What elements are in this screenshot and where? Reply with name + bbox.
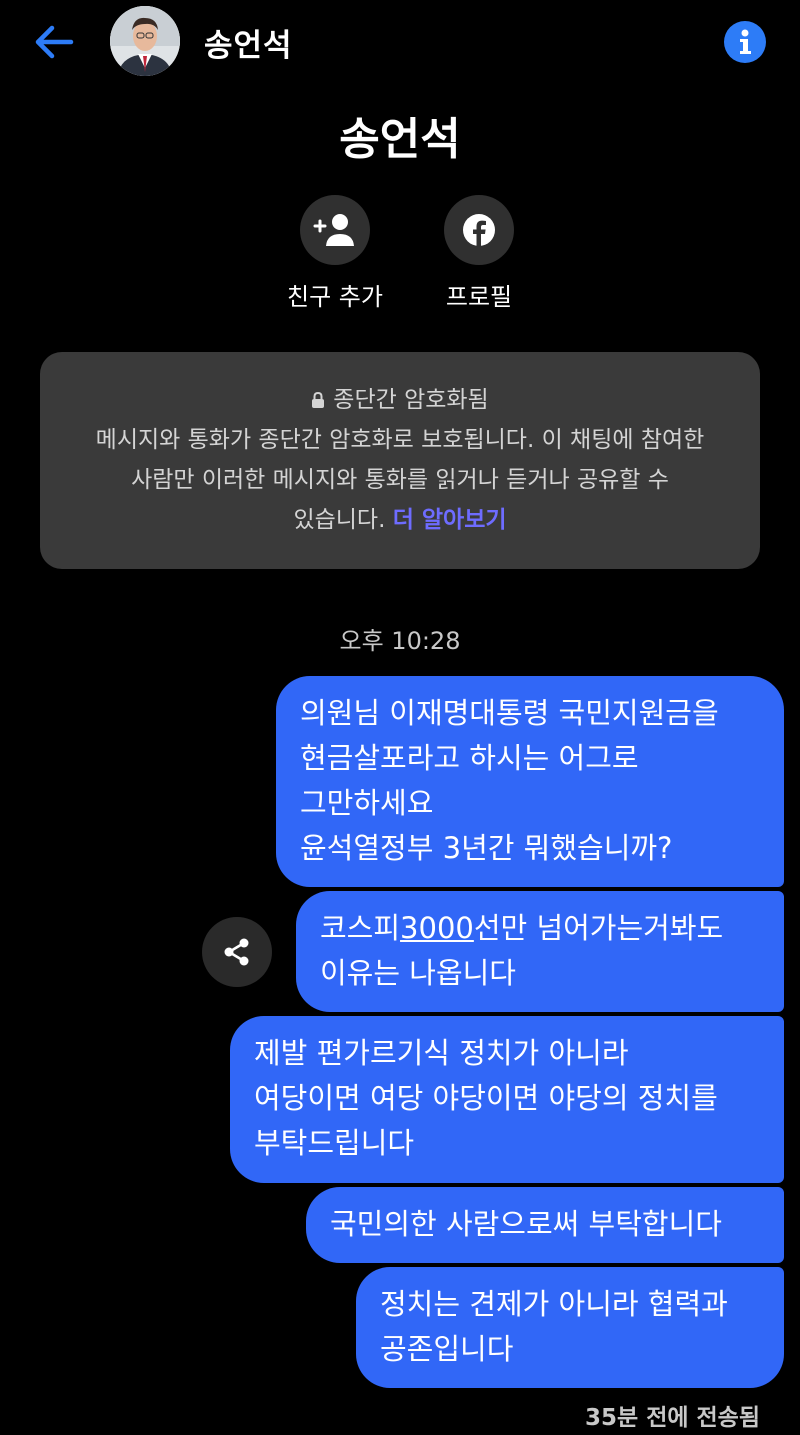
add-friend-label: 친구 추가 (287, 283, 383, 311)
profile-button[interactable] (444, 195, 514, 265)
profile-action[interactable]: 프로필 (409, 195, 549, 312)
info-icon (740, 29, 751, 54)
lock-icon (312, 391, 325, 408)
encryption-body-line: 사람만 이러한 메시지와 통화를 읽거나 듣거나 공유할 수 (131, 467, 669, 493)
message-bubble[interactable]: 국민의한 사람으로써 부탁합니다 (306, 1187, 784, 1263)
encryption-title: 종단간 암호화됨 (333, 387, 489, 413)
share-button[interactable] (202, 917, 272, 987)
header-contact-name[interactable]: 송언석 (204, 20, 293, 65)
back-arrow-icon (35, 25, 74, 59)
add-friend-action[interactable]: 친구 추가 (265, 195, 405, 312)
encryption-body: 메시지와 통화가 종단간 암호화로 보호됩니다. 이 채팅에 참여한 사람만 이… (70, 420, 730, 540)
message-bubble[interactable]: 의원님 이재명대통령 국민지원금을 현금살포라고 하시는 어그로 그만하세요 윤… (276, 676, 784, 887)
profile-name: 송언석 (339, 114, 461, 165)
profile-label: 프로필 (445, 283, 513, 311)
facebook-icon (463, 214, 495, 247)
back-button[interactable] (30, 18, 78, 66)
avatar-photo (110, 6, 180, 76)
info-button[interactable] (724, 21, 766, 63)
encryption-body-line: 메시지와 통화가 종단간 암호화로 보호됩니다. 이 채팅에 참여한 (95, 427, 705, 453)
encryption-notice: 종단간 암호화됨 메시지와 통화가 종단간 암호화로 보호됩니다. 이 채팅에 … (40, 352, 760, 569)
learn-more-link[interactable]: 더 알아보기 (393, 507, 507, 533)
message-bubble[interactable]: 정치는 견제가 아니라 협력과 공존입니다 (356, 1267, 784, 1388)
sent-status: 35분 전에 전송됨 (585, 1405, 760, 1431)
message-bubble[interactable]: 제발 편가르기식 정치가 아니라 여당이면 여당 야당이면 야당의 정치를 부탁… (230, 1016, 784, 1183)
message-text: 코스피 (320, 911, 401, 945)
add-friend-icon (313, 214, 354, 246)
message-timestamp: 오후 10:28 (339, 627, 461, 655)
avatar[interactable] (110, 6, 180, 76)
encryption-body-last-line: 있습니다. 더 알아보기 (70, 500, 730, 540)
encryption-title-row: 종단간 암호화됨 (70, 380, 730, 420)
message-bubble[interactable]: 코스피3000선만 넘어가는거봐도 이유는 나옵니다 (296, 891, 784, 1012)
share-icon (224, 938, 249, 966)
add-friend-button[interactable] (300, 195, 370, 265)
encryption-body-line: 있습니다. (293, 507, 386, 533)
number-link[interactable]: 3000 (400, 911, 474, 945)
